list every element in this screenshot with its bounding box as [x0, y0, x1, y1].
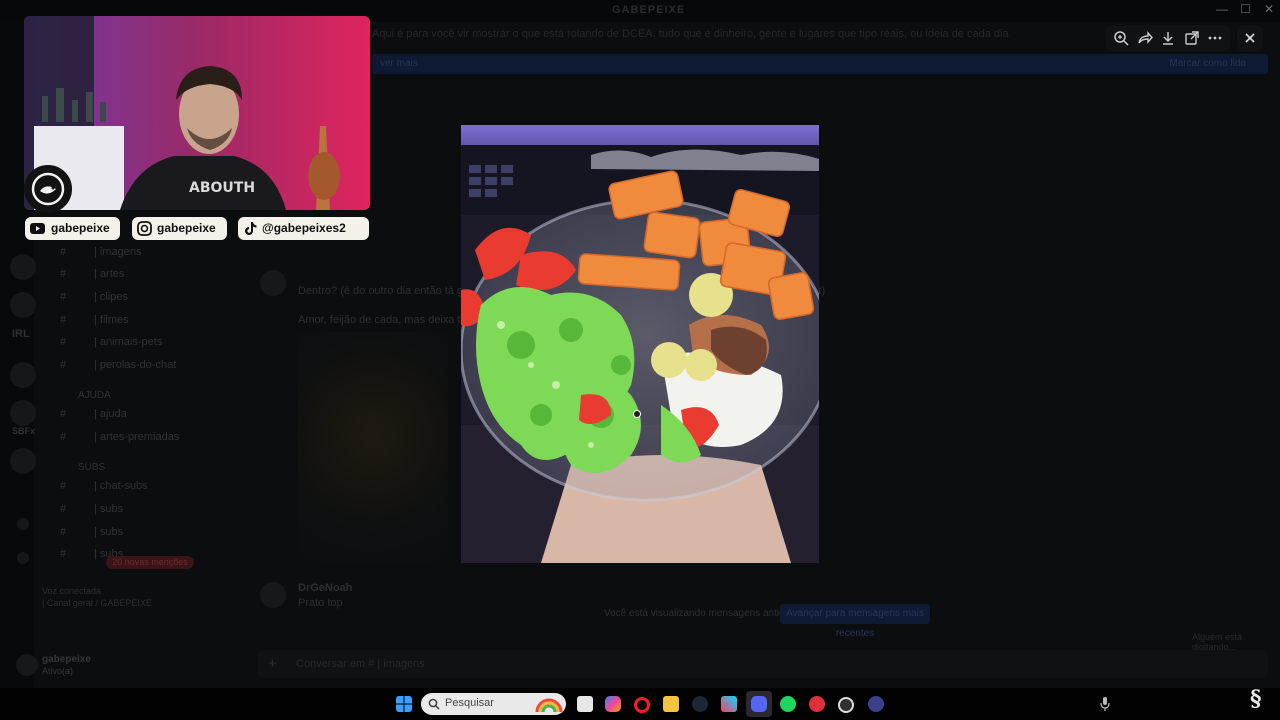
tiktok-handle: @gabepeixes2	[262, 221, 346, 235]
typing-indicator: Alguém está digitando...	[1192, 632, 1243, 652]
close-viewer-button[interactable]	[1237, 25, 1263, 51]
server-icon[interactable]	[10, 400, 36, 426]
channel-item[interactable]: # | subs	[34, 524, 244, 542]
discover-icon[interactable]	[17, 552, 29, 564]
spotify-icon[interactable]	[780, 696, 796, 712]
message-text: Prato top	[298, 597, 343, 609]
message-text: Amor, feijão de cada, mas deixa tá...	[298, 314, 476, 326]
channel-item[interactable]: # | artes-premiadas	[34, 429, 244, 447]
channel-item[interactable]: # | filmes	[34, 312, 244, 330]
voice-channel[interactable]: | Canal geral / GABEPEIXE	[42, 598, 152, 608]
rainbow-widget-icon	[535, 698, 563, 712]
server-icon[interactable]	[10, 292, 36, 318]
capcut-icon[interactable]	[721, 696, 737, 712]
microphone-icon[interactable]	[1100, 697, 1110, 711]
shirt-print: ABOUTH	[189, 180, 255, 196]
channel-category[interactable]: AJUDA	[34, 388, 244, 406]
webcam-feed: ABOUTH	[24, 16, 370, 210]
voice-status: Voz conectada	[42, 586, 102, 596]
channel-item[interactable]: # | subs	[34, 501, 244, 519]
user-status: Ativo(a)	[42, 666, 74, 676]
mark-read-button[interactable]: Marcar como lida	[1169, 58, 1246, 69]
avatar[interactable]	[260, 582, 286, 608]
tiktok-icon	[245, 222, 257, 235]
windows-start-icon[interactable]	[396, 696, 412, 712]
unread-banner[interactable]: ver mais Marcar como lida	[372, 54, 1268, 74]
webcam-overlay: ABOUTH	[24, 16, 370, 210]
opera-icon[interactable]	[634, 697, 650, 713]
composer-placeholder: Conversar em # | imagens	[296, 658, 425, 670]
server-icon[interactable]	[10, 362, 36, 388]
server-icon[interactable]	[10, 254, 36, 280]
user-name: gabepeixe	[42, 654, 91, 665]
channel-topic: Aqui é para você vir mostrar o que está …	[372, 28, 1012, 40]
mouse-cursor	[633, 410, 641, 418]
attach-button[interactable]: +	[268, 655, 277, 672]
avatar[interactable]	[260, 270, 286, 296]
channel-item[interactable]: # | artes	[34, 266, 244, 284]
open-external-icon[interactable]	[1183, 29, 1201, 47]
maximize-button[interactable]: ☐	[1240, 2, 1251, 16]
windows-taskbar: Pesquisar	[0, 688, 1280, 720]
instagram-icon	[137, 221, 152, 236]
server-label-irl[interactable]: IRL	[12, 328, 30, 340]
instagram-handle: gabepeixe	[157, 221, 216, 235]
tiktok-pill: @gabepeixes2	[238, 217, 369, 240]
channel-item[interactable]: # | ajuda	[34, 406, 244, 424]
steam-icon[interactable]	[692, 696, 708, 712]
channel-item[interactable]: # | animais-pets	[34, 334, 244, 352]
channel-item[interactable]: # | clipes	[34, 289, 244, 307]
food-plate-photo	[461, 125, 819, 563]
add-server-icon[interactable]	[17, 518, 29, 530]
channel-watermark-logo: §	[1250, 686, 1262, 712]
avatar[interactable]	[16, 654, 38, 676]
channel-category[interactable]: SUBS	[34, 460, 244, 478]
expanded-image[interactable]	[461, 125, 819, 563]
search-placeholder: Pesquisar	[445, 697, 494, 709]
taskbar-search[interactable]: Pesquisar	[421, 693, 566, 715]
task-view-icon[interactable]	[577, 696, 593, 712]
more-icon[interactable]	[1206, 29, 1224, 47]
server-label-sub[interactable]: SBFx	[12, 426, 35, 436]
message-author[interactable]: DrGeNoah	[298, 582, 352, 594]
youtube-pill: gabepeixe	[25, 217, 120, 240]
discord-icon[interactable]	[751, 696, 767, 712]
instagram-pill: gabepeixe	[132, 217, 227, 240]
server-icon[interactable]	[10, 448, 36, 474]
youtube-handle: gabepeixe	[51, 221, 110, 235]
channel-item[interactable]: # | imagens	[34, 244, 244, 262]
message-composer[interactable]: + Conversar em # | imagens	[258, 650, 1268, 678]
zoom-in-icon[interactable]	[1112, 29, 1130, 47]
search-icon	[428, 698, 440, 710]
app-red-icon[interactable]	[809, 696, 825, 712]
window-close-button[interactable]: ✕	[1264, 2, 1274, 16]
channel-item[interactable]: # | perolas-do-chat	[34, 357, 244, 375]
voice-panel: Voz conectada | Canal geral / GABEPEIXE	[34, 584, 244, 614]
fish-logo-icon	[31, 172, 65, 206]
youtube-icon	[30, 223, 45, 234]
message-image[interactable]	[298, 332, 448, 562]
minimize-button[interactable]: —	[1216, 2, 1228, 16]
new-mentions-badge[interactable]: 20 novas menções	[106, 556, 194, 569]
viewer-toolbar	[1106, 25, 1230, 51]
older-messages-bar: Você está visualizando mensagens antigas…	[596, 604, 936, 639]
download-icon[interactable]	[1159, 29, 1177, 47]
obs-icon[interactable]	[838, 697, 854, 713]
app-arrow-icon[interactable]	[868, 696, 884, 712]
older-messages-text: Você está visualizando mensagens antigas	[604, 608, 796, 619]
streamer-logo	[24, 165, 72, 213]
app-title: GABEPEIXE	[612, 4, 686, 16]
user-panel: gabepeixe Ativo(a)	[10, 650, 244, 680]
file-explorer-icon[interactable]	[663, 696, 679, 712]
jump-to-present-button[interactable]: Avançar para mensagens mais recentes	[780, 604, 930, 639]
forward-icon[interactable]	[1136, 29, 1154, 47]
channel-item[interactable]: # | chat-subs	[34, 478, 244, 496]
copilot-icon[interactable]	[605, 696, 621, 712]
banner-left-text: ver mais	[380, 58, 418, 69]
